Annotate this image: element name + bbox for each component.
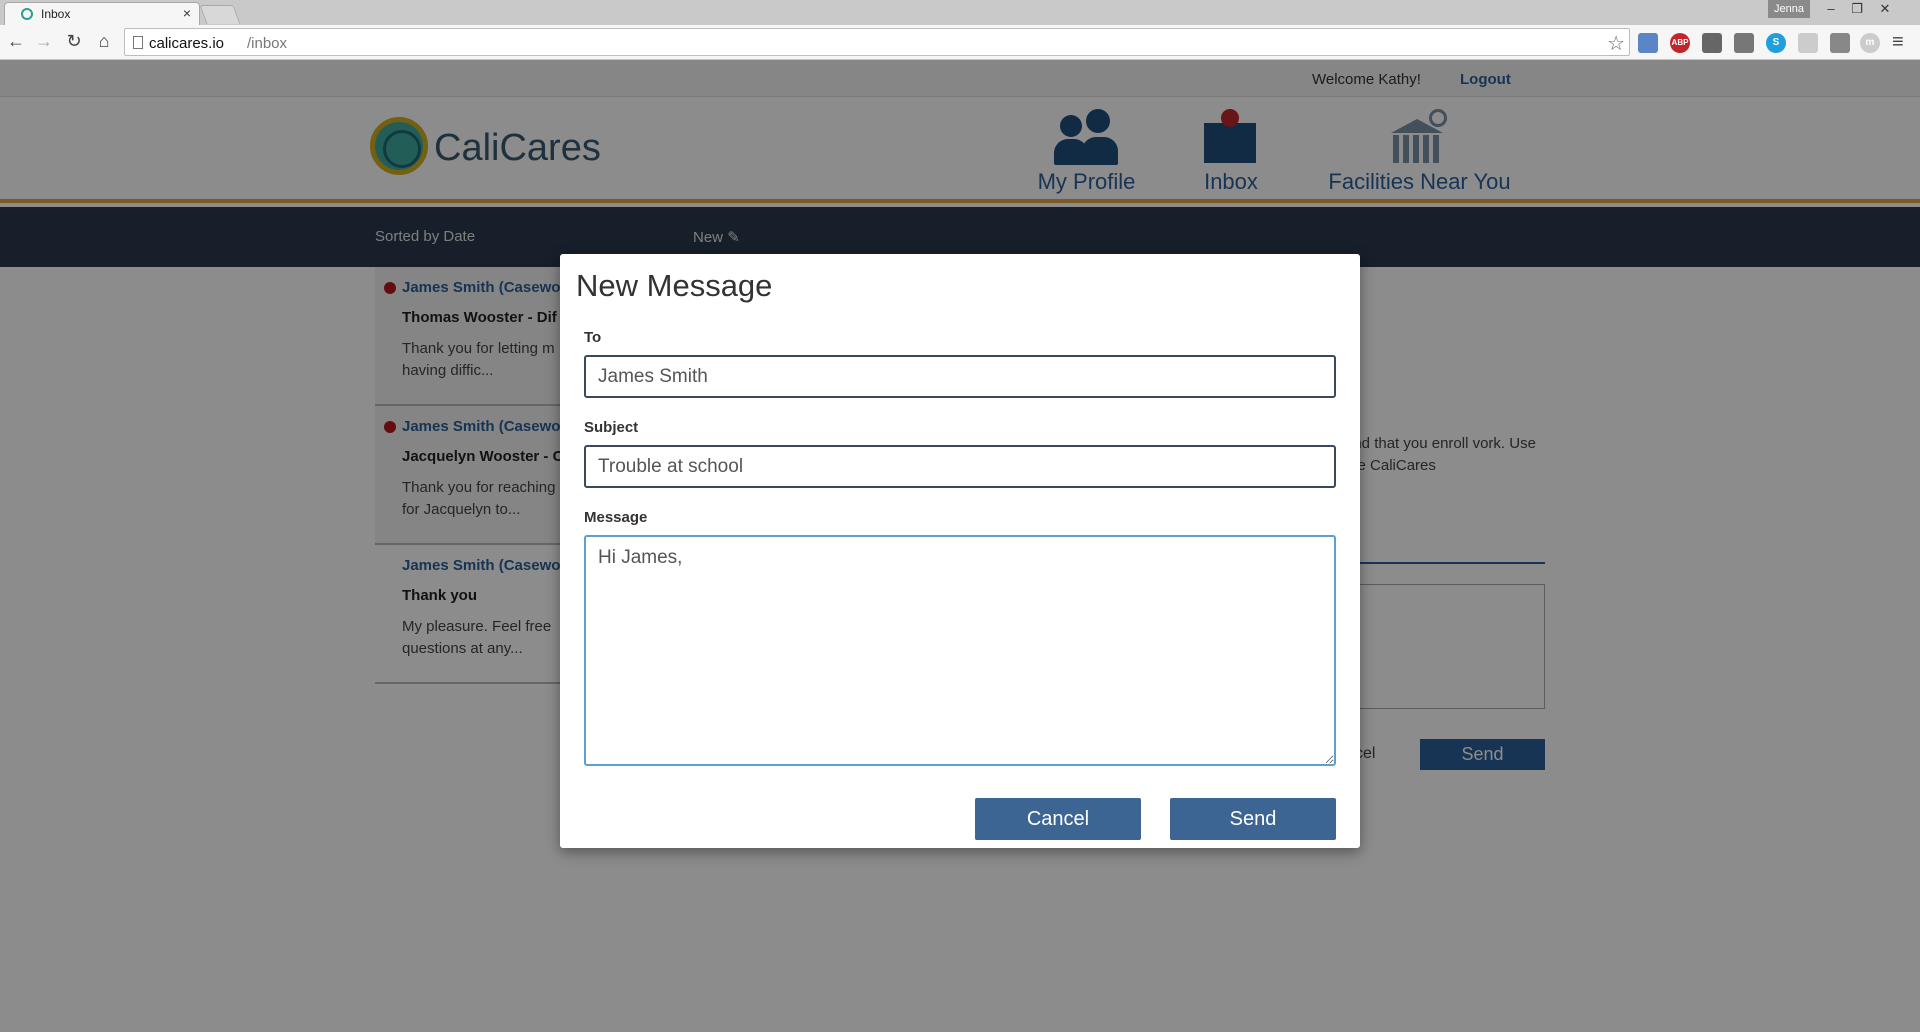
browser-toolbar: ← → ↻ ⌂ calicares.io /inbox ☆ ABP S m ≡: [0, 25, 1920, 60]
tab-close-icon[interactable]: ×: [183, 5, 191, 21]
tab-title: Inbox: [41, 7, 71, 21]
back-icon[interactable]: ←: [4, 31, 28, 52]
note-icon[interactable]: [1830, 33, 1850, 53]
browser-menu-icon[interactable]: ≡: [1892, 31, 1904, 54]
m-icon[interactable]: m: [1860, 33, 1880, 53]
minimize-icon[interactable]: –: [1818, 0, 1844, 18]
bookmark-icon[interactable]: [1798, 33, 1818, 53]
to-field[interactable]: [584, 355, 1336, 398]
window-close-icon[interactable]: ✕: [1872, 0, 1898, 18]
address-bar[interactable]: calicares.io /inbox ☆: [124, 28, 1630, 56]
cast-icon[interactable]: [1702, 33, 1722, 53]
calicares-favicon-icon: [21, 8, 33, 20]
message-label: Message: [584, 509, 648, 526]
url-path: /inbox: [247, 35, 288, 52]
skype-icon[interactable]: S: [1766, 33, 1786, 53]
cancel-button[interactable]: Cancel: [975, 798, 1141, 840]
camera-icon[interactable]: [1734, 33, 1754, 53]
restore-icon[interactable]: ❐: [1844, 0, 1870, 18]
new-tab-button[interactable]: [199, 5, 241, 24]
page-icon: [133, 36, 143, 49]
abp-icon[interactable]: ABP: [1670, 33, 1690, 53]
browser-tab[interactable]: Inbox ×: [4, 2, 200, 25]
browser-tabstrip: Inbox × Jenna – ❐ ✕: [0, 0, 1920, 25]
forward-icon[interactable]: →: [32, 31, 56, 52]
subject-label: Subject: [584, 419, 639, 436]
browser-profile-chip[interactable]: Jenna: [1768, 0, 1810, 18]
new-message-dialog: New Message To Subject Message Hi James,…: [560, 254, 1360, 848]
reload-icon[interactable]: ↻: [62, 31, 86, 52]
to-label: To: [584, 329, 602, 346]
subject-field[interactable]: [584, 445, 1336, 488]
url-host: calicares.io: [149, 35, 225, 52]
home-icon[interactable]: ⌂: [92, 31, 116, 52]
dialog-title: New Message: [576, 268, 773, 303]
doc-extension-icon[interactable]: [1638, 33, 1658, 53]
send-button[interactable]: Send: [1170, 798, 1336, 840]
bookmark-star-icon[interactable]: ☆: [1607, 31, 1625, 56]
message-body-field[interactable]: Hi James,: [584, 535, 1336, 766]
